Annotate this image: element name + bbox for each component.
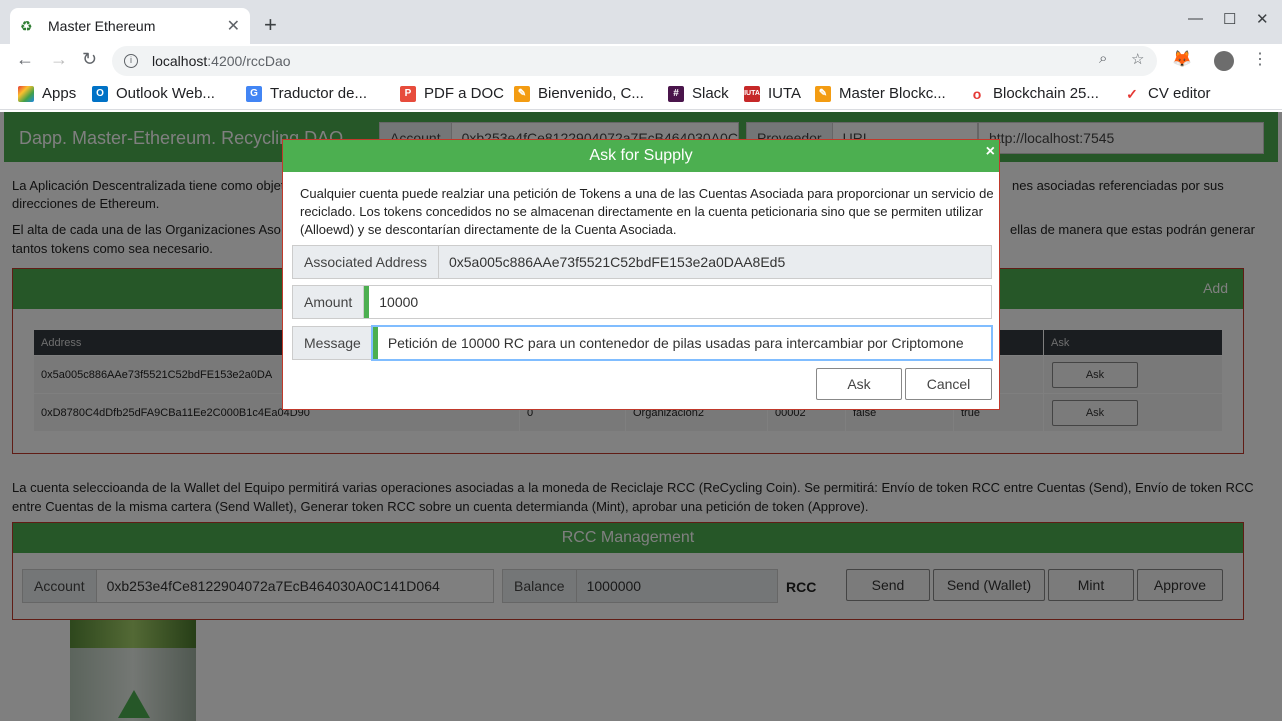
outlook-icon: O <box>92 85 108 102</box>
bookmark-blockchain[interactable]: o Blockchain 25... <box>969 85 1099 102</box>
info-icon[interactable]: i <box>124 54 138 68</box>
bookmark-label: PDF a DOC <box>424 85 505 102</box>
browser-tabstrip: ♻ Master Ethereum ✕ + — ☐ ✕ <box>0 0 1282 44</box>
bookmark-label: Slack <box>692 85 729 102</box>
browser-tab[interactable]: ♻ Master Ethereum ✕ <box>10 8 250 44</box>
bookmark-pdf[interactable]: P PDF a DOC <box>400 85 504 102</box>
bookmark-slack[interactable]: # Slack <box>668 85 729 102</box>
bookmark-label: Master Blockc... <box>839 85 946 102</box>
recycle-icon: ♻ <box>20 18 33 34</box>
bookmark-label: Blockchain 25... <box>993 85 1099 102</box>
tab-title: Master Ethereum <box>48 18 156 34</box>
bookmark-iuta[interactable]: IUTA IUTA <box>744 85 801 102</box>
message-input[interactable]: Petición de 10000 RC para un contenedor … <box>372 327 991 359</box>
bookmark-label: Traductor de... <box>270 85 367 102</box>
bookmark-translator[interactable]: G Traductor de... <box>246 85 367 102</box>
bookmark-apps[interactable]: Apps <box>18 85 76 102</box>
bookmark-label: Outlook Web... <box>116 85 215 102</box>
apps-icon <box>18 85 34 102</box>
reload-icon[interactable]: ↻ <box>82 49 97 70</box>
associated-address-value: 0x5a005c886AAe73f5521C52bdFE153e2a0DAA8E… <box>438 246 991 278</box>
iuta-icon: IUTA <box>744 85 760 102</box>
amount-field: Amount 10000 <box>292 285 992 319</box>
bookmark-label: IUTA <box>768 85 802 102</box>
ask-button[interactable]: Ask <box>816 368 902 400</box>
zoom-icon[interactable]: ⌕ <box>1099 50 1107 67</box>
maximize-icon[interactable]: ☐ <box>1223 10 1236 28</box>
modal-header: Ask for Supply × <box>283 140 999 172</box>
bookmark-cv[interactable]: ✓ CV editor <box>1124 85 1211 102</box>
modal-title: Ask for Supply <box>589 147 693 164</box>
message-field: Message Petición de 10000 RC para un con… <box>292 326 992 360</box>
bookmark-outlook[interactable]: O Outlook Web... <box>92 85 215 102</box>
url-host: localhost <box>152 53 208 69</box>
bookmark-bienvenido[interactable]: ✎ Bienvenido, C... <box>514 85 644 102</box>
associated-address-label: Associated Address <box>293 246 439 278</box>
bookmark-label: Apps <box>42 85 77 102</box>
ask-supply-modal: Ask for Supply × Cualquier cuenta puede … <box>282 139 1000 410</box>
translate-icon: G <box>246 85 262 102</box>
cancel-button[interactable]: Cancel <box>905 368 992 400</box>
amount-label: Amount <box>293 286 365 318</box>
bookmark-master[interactable]: ✎ Master Blockc... <box>815 85 946 102</box>
close-tab-icon[interactable]: ✕ <box>227 16 240 36</box>
pencil-icon: ✎ <box>815 85 831 102</box>
modal-description: Cualquier cuenta puede realziar una peti… <box>300 186 994 237</box>
new-tab-icon[interactable]: + <box>264 12 277 38</box>
message-label: Message <box>293 327 373 359</box>
forward-icon[interactable]: → <box>50 49 68 70</box>
avatar[interactable] <box>1214 51 1234 71</box>
blockchain-icon: o <box>969 85 985 102</box>
pencil-icon: ✎ <box>514 85 530 102</box>
bookmarks-bar: Apps O Outlook Web... G Traductor de... … <box>0 78 1282 110</box>
check-icon: ✓ <box>1124 85 1140 102</box>
minimize-icon[interactable]: — <box>1188 10 1203 27</box>
bookmark-label: CV editor <box>1148 85 1211 102</box>
url-path: :4200/rccDao <box>207 53 291 69</box>
address-bar[interactable]: i localhost:4200/rccDao <box>112 46 1157 76</box>
amount-input[interactable]: 10000 <box>364 286 991 318</box>
close-icon[interactable]: × <box>986 140 995 164</box>
pdf-icon: P <box>400 85 416 102</box>
close-window-icon[interactable]: ✕ <box>1256 10 1269 28</box>
star-icon[interactable]: ☆ <box>1131 50 1144 68</box>
bookmark-label: Bienvenido, C... <box>538 85 644 102</box>
back-icon[interactable]: ← <box>16 49 34 70</box>
slack-icon: # <box>668 85 684 102</box>
browser-toolbar: ← → ↻ i localhost:4200/rccDao ⌕ ☆ 🦊 ⋮ <box>0 44 1282 78</box>
associated-address-field: Associated Address 0x5a005c886AAe73f5521… <box>292 245 992 279</box>
metamask-icon[interactable]: 🦊 <box>1172 49 1192 69</box>
menu-icon[interactable]: ⋮ <box>1252 49 1268 69</box>
